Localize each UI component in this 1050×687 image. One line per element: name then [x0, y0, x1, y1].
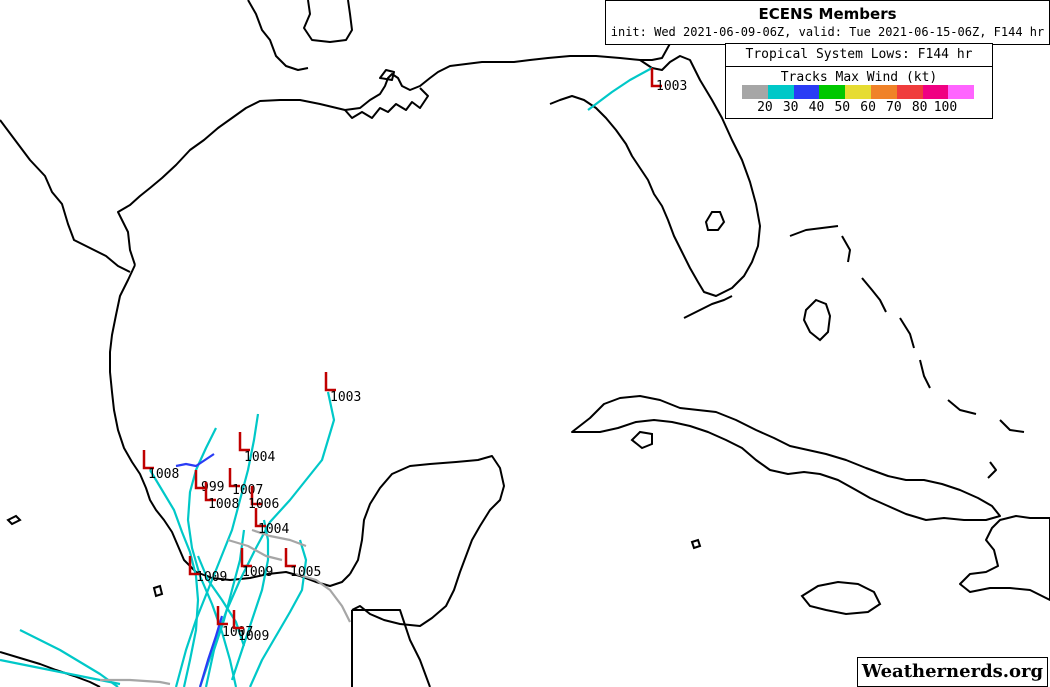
low-pressure-label: 999: [201, 480, 224, 495]
low-pressure-label: 1009: [238, 629, 269, 644]
legend-swatch: [896, 85, 923, 99]
legend-swatch: [819, 85, 846, 99]
legend-swatch: [845, 85, 871, 99]
low-pressure-label: 1004: [258, 522, 289, 537]
title-box: ECENS Members init: Wed 2021-06-09-06Z, …: [605, 0, 1050, 45]
legend-swatch: [742, 85, 768, 99]
low-pressure-label: 1003: [656, 79, 687, 94]
legend-title: Tropical System Lows: F144 hr: [726, 46, 992, 67]
legend-tick-label: 30: [782, 100, 799, 115]
legend-swatches: [742, 85, 975, 99]
map-subtitle: init: Wed 2021-06-09-06Z, valid: Tue 202…: [610, 25, 1045, 39]
legend-swatch: [870, 85, 897, 99]
map-title: ECENS Members: [758, 5, 897, 23]
legend-swatch: [922, 85, 949, 99]
low-pressure-label: 1009: [242, 565, 273, 580]
legend-swatch: [948, 85, 975, 99]
low-pressure-label: 1008: [208, 497, 239, 512]
low-pressure-label: 1007: [232, 483, 263, 498]
low-pressure-label: 1006: [248, 497, 279, 512]
low-pressure-label: 1003: [330, 390, 361, 405]
legend-tick-label: 50: [834, 100, 851, 115]
legend-tick-label: 100: [933, 100, 958, 115]
low-pressure-label: 1008: [148, 467, 179, 482]
legend-tick-label: 20: [757, 100, 773, 115]
legend-tick-label: 80: [911, 100, 928, 115]
low-pressure-label: 1005: [290, 565, 321, 580]
legend-swatch: [767, 85, 794, 99]
legend-subtitle: Tracks Max Wind (kt): [780, 70, 938, 85]
legend-tick-label: 70: [886, 100, 902, 115]
low-pressure-label: 1009: [196, 570, 227, 585]
legend-tick-label: 60: [860, 100, 876, 115]
legend-box: Tropical System Lows: F144 hr Tracks Max…: [725, 43, 993, 119]
legend-tick-label: 40: [808, 100, 825, 115]
legend-ticks: 20 30 40 50 60 70 80 100: [752, 100, 958, 115]
brand-watermark: Weathernerds.org: [857, 657, 1048, 687]
legend-swatch: [793, 85, 820, 99]
low-pressure-label: 1004: [244, 450, 275, 465]
